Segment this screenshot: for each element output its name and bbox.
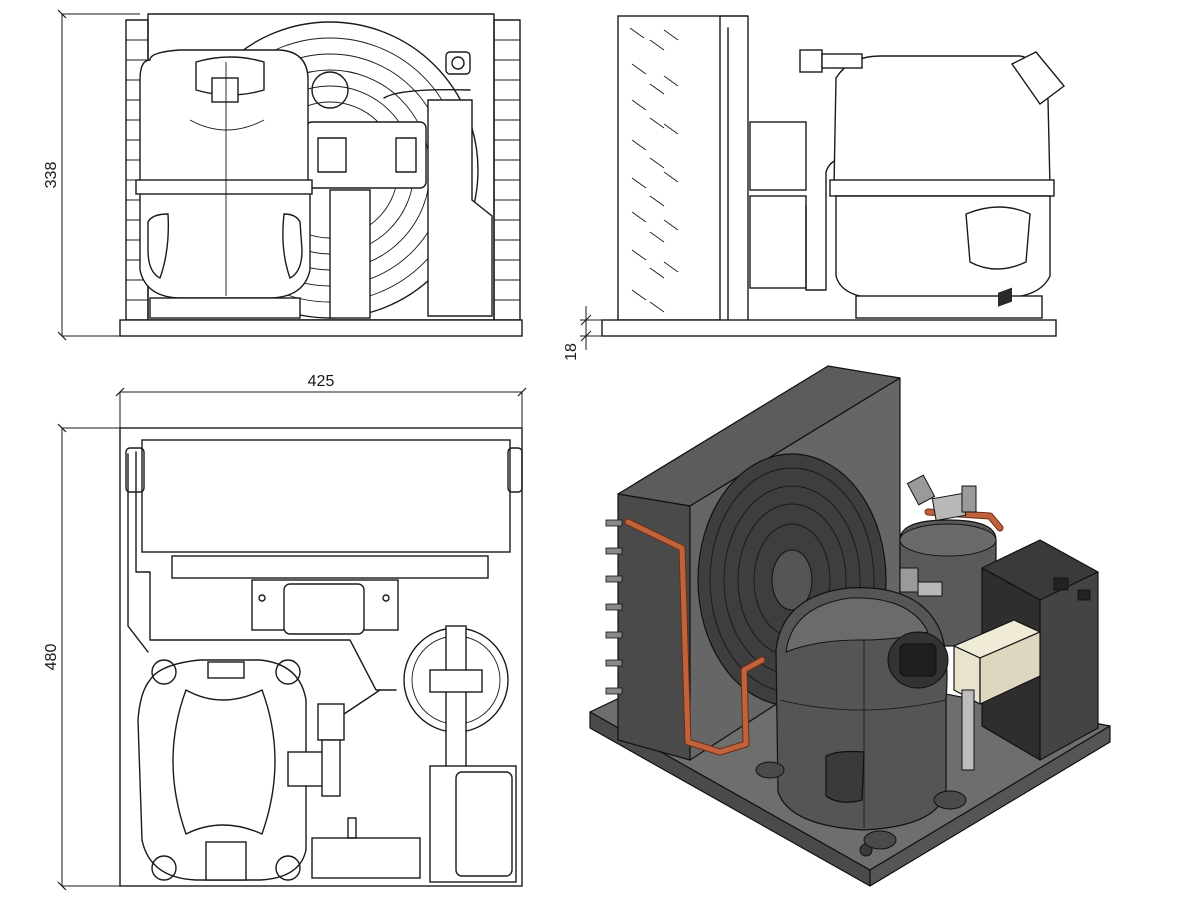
side-fan-motor xyxy=(749,121,807,289)
dim-width: 425 xyxy=(115,373,527,428)
dim-base-label: 18 xyxy=(563,343,580,361)
top-view: 425 480 xyxy=(43,373,527,891)
dim-base: 18 xyxy=(563,306,602,361)
side-valve xyxy=(799,49,863,73)
dim-width-label: 425 xyxy=(308,373,335,390)
front-compressor xyxy=(135,49,313,319)
iso-bracket xyxy=(961,689,975,771)
dim-height-label: 338 xyxy=(43,162,60,189)
front-coil-right xyxy=(493,19,521,321)
front-fan-bracket xyxy=(329,189,371,319)
iso-view xyxy=(589,287,1111,887)
top-condenser xyxy=(125,439,523,579)
condensing-unit-drawing: 338 18 425 480 xyxy=(43,9,1111,891)
side-condenser-coil xyxy=(617,15,749,321)
front-electrical-box xyxy=(305,121,427,189)
top-compressor xyxy=(137,659,329,881)
top-electrical-box xyxy=(429,765,517,883)
front-service-valve xyxy=(445,51,471,75)
side-compressor xyxy=(829,55,1055,319)
side-base-plate xyxy=(601,319,1057,337)
iso-service-valve xyxy=(906,474,977,522)
top-fan-bracket xyxy=(251,579,399,635)
front-base-plate xyxy=(119,319,523,337)
side-view: 18 xyxy=(563,15,1066,361)
top-terminal-block xyxy=(311,837,421,879)
front-view: 338 xyxy=(43,9,523,341)
dim-depth: 480 xyxy=(43,423,120,891)
dim-depth-label: 480 xyxy=(43,644,60,671)
